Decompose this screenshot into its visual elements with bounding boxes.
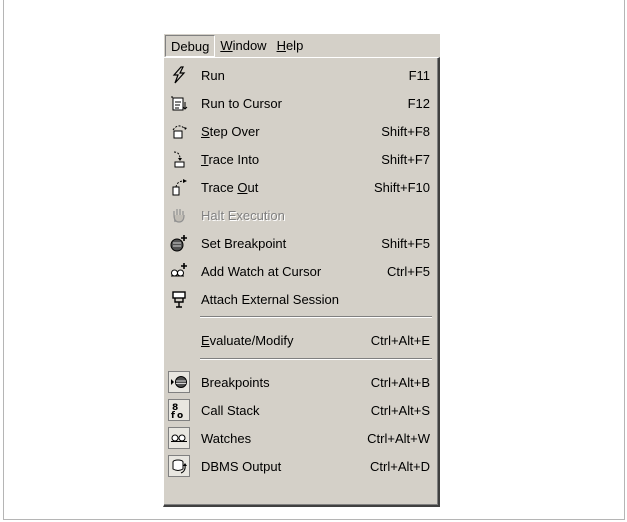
svg-text:f: f — [171, 411, 175, 419]
breakpoint-icon — [168, 232, 190, 254]
menu-item-set-breakpoint[interactable]: Set Breakpoint Shift+F5 — [166, 229, 436, 257]
trace-out-icon — [168, 176, 190, 198]
menu-item-shortcut: Ctrl+Alt+W — [367, 430, 430, 446]
menu-item-shortcut: Ctrl+Alt+E — [370, 332, 430, 348]
menu-item-label: Add Watch at Cursor — [201, 263, 322, 279]
menu-item-shortcut: Shift+F8 — [381, 123, 430, 139]
menu-item-dbms-output[interactable]: DBMS Output Ctrl+Alt+D — [166, 452, 436, 480]
menu-item-shortcut: Ctrl+Alt+D — [370, 458, 430, 474]
menu-item-label: Evaluate/Modify — [201, 332, 294, 348]
menu-item-label: Run — [201, 67, 225, 83]
menu-item-breakpoints[interactable]: Breakpoints Ctrl+Alt+B — [166, 368, 436, 396]
menu-item-step-over[interactable]: Step Over Shift+F8 — [166, 117, 436, 145]
dbms-output-icon — [168, 455, 190, 477]
menu-bar: Debug Window Help — [163, 33, 440, 57]
menu-separator — [200, 316, 432, 318]
menu-item-label: DBMS Output — [201, 458, 282, 474]
menu-item-label: Run to Cursor — [201, 95, 282, 111]
menu-item-shortcut: Shift+F10 — [373, 179, 430, 195]
menu-item-run[interactable]: Run F11 — [166, 61, 436, 89]
menu-item-label: Halt Execution — [201, 207, 285, 223]
menu-item-add-watch[interactable]: Add Watch at Cursor Ctrl+F5 — [166, 257, 436, 285]
menu-item-shortcut: Ctrl+Alt+B — [370, 374, 430, 390]
call-stack-icon: 8fo — [168, 399, 190, 421]
menu-item-shortcut: F11 — [408, 67, 430, 83]
menu-item-label: Trace Out — [201, 179, 259, 195]
add-watch-icon — [168, 260, 190, 282]
menu-item-label: Trace Into — [201, 151, 260, 167]
debug-dropdown-menu: Run F11 Run to Cursor F12 Step Over Shif… — [163, 57, 440, 507]
menu-item-shortcut: F12 — [407, 95, 430, 111]
menu-item-label: Breakpoints — [201, 374, 270, 390]
menu-item-label: Watches — [201, 430, 252, 446]
menu-item-label: Call Stack — [201, 402, 260, 418]
menu-item-halt-execution[interactable]: Halt Execution — [166, 201, 436, 229]
attach-session-icon — [168, 288, 190, 310]
menu-separator — [200, 358, 432, 360]
menu-item-shortcut: Ctrl+F5 — [387, 263, 430, 279]
menu-item-trace-out[interactable]: Trace Out Shift+F10 — [166, 173, 436, 201]
run-to-cursor-icon — [168, 92, 190, 114]
menu-item-shortcut: Ctrl+Alt+S — [370, 402, 430, 418]
menu-item-label: Step Over — [201, 123, 260, 139]
menu-item-shortcut: Shift+F5 — [381, 235, 430, 251]
halt-hand-icon — [168, 204, 190, 226]
trace-into-icon — [168, 148, 190, 170]
menu-item-call-stack[interactable]: 8fo Call Stack Ctrl+Alt+S — [166, 396, 436, 424]
menu-item-trace-into[interactable]: Trace Into Shift+F7 — [166, 145, 436, 173]
menu-debug[interactable]: Debug — [165, 34, 216, 57]
menu-item-label: Set Breakpoint — [201, 235, 287, 251]
menu-item-evaluate-modify[interactable]: Evaluate/Modify Ctrl+Alt+E — [166, 326, 436, 354]
step-over-icon — [168, 120, 190, 142]
menu-help[interactable]: Help — [272, 35, 309, 57]
menu-item-watches[interactable]: Watches Ctrl+Alt+W — [166, 424, 436, 452]
svg-text:o: o — [177, 411, 183, 419]
menu-window[interactable]: Window — [215, 35, 271, 57]
menu-item-label: Attach External Session — [201, 291, 340, 307]
menu-item-run-to-cursor[interactable]: Run to Cursor F12 — [166, 89, 436, 117]
watches-icon — [168, 427, 190, 449]
breakpoints-window-icon — [168, 371, 190, 393]
menu-item-attach-external-session[interactable]: Attach External Session — [166, 285, 436, 313]
run-icon — [168, 64, 190, 86]
menu-item-shortcut: Shift+F7 — [381, 151, 430, 167]
